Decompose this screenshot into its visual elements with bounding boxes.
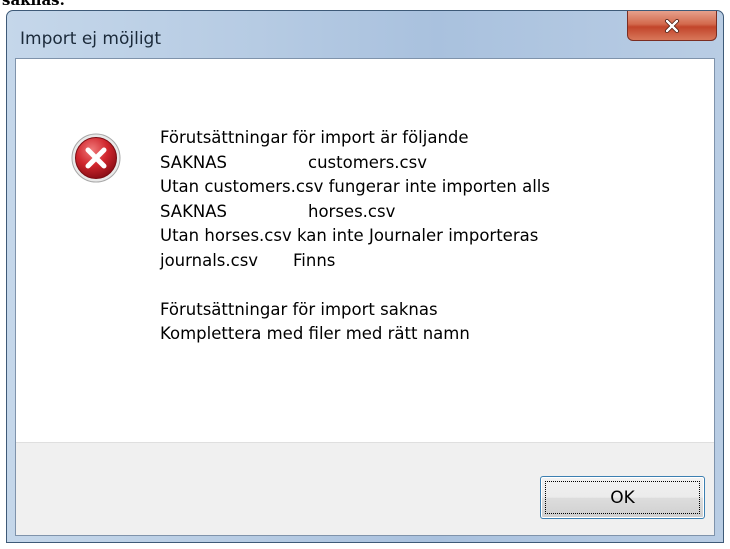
close-button[interactable] — [627, 11, 717, 41]
file-name: customers.csv — [308, 152, 427, 172]
message-text: Förutsättningar för import är följande S… — [160, 126, 550, 347]
dialog-title: Import ej möjligt — [20, 29, 161, 49]
message-line: Komplettera med filer med rätt namn — [160, 324, 470, 343]
message-line: Förutsättningar för import saknas — [160, 299, 438, 319]
status-label: Finns — [293, 250, 336, 270]
close-icon — [664, 18, 680, 33]
message-line: Utan customers.csv fungerar inte importe… — [160, 177, 550, 196]
message-line: Utan horses.csv kan inte Journaler impor… — [160, 226, 539, 245]
dialog-window: Import ej möjligt Förutsättningar för im… — [6, 10, 724, 543]
file-name: journals.csv — [160, 250, 259, 270]
message-line-missing-horses: SAKNAS horses.csv — [160, 200, 550, 225]
file-name: horses.csv — [308, 201, 396, 221]
status-label: SAKNAS — [160, 201, 227, 221]
title-bar[interactable]: Import ej möjligt — [7, 11, 723, 58]
status-label: SAKNAS — [160, 152, 227, 172]
error-icon — [71, 133, 121, 183]
focus-rectangle — [545, 481, 700, 514]
message-line-missing-customers: SAKNAS customers.csv — [160, 151, 550, 176]
message-line: Förutsättningar för import är följande — [160, 128, 469, 147]
dialog-content: Förutsättningar för import är följande S… — [15, 58, 715, 536]
ok-button[interactable]: OK — [540, 476, 705, 519]
message-line-journals-found: journals.csv Finns — [160, 249, 550, 274]
button-bar: OK — [16, 442, 714, 535]
